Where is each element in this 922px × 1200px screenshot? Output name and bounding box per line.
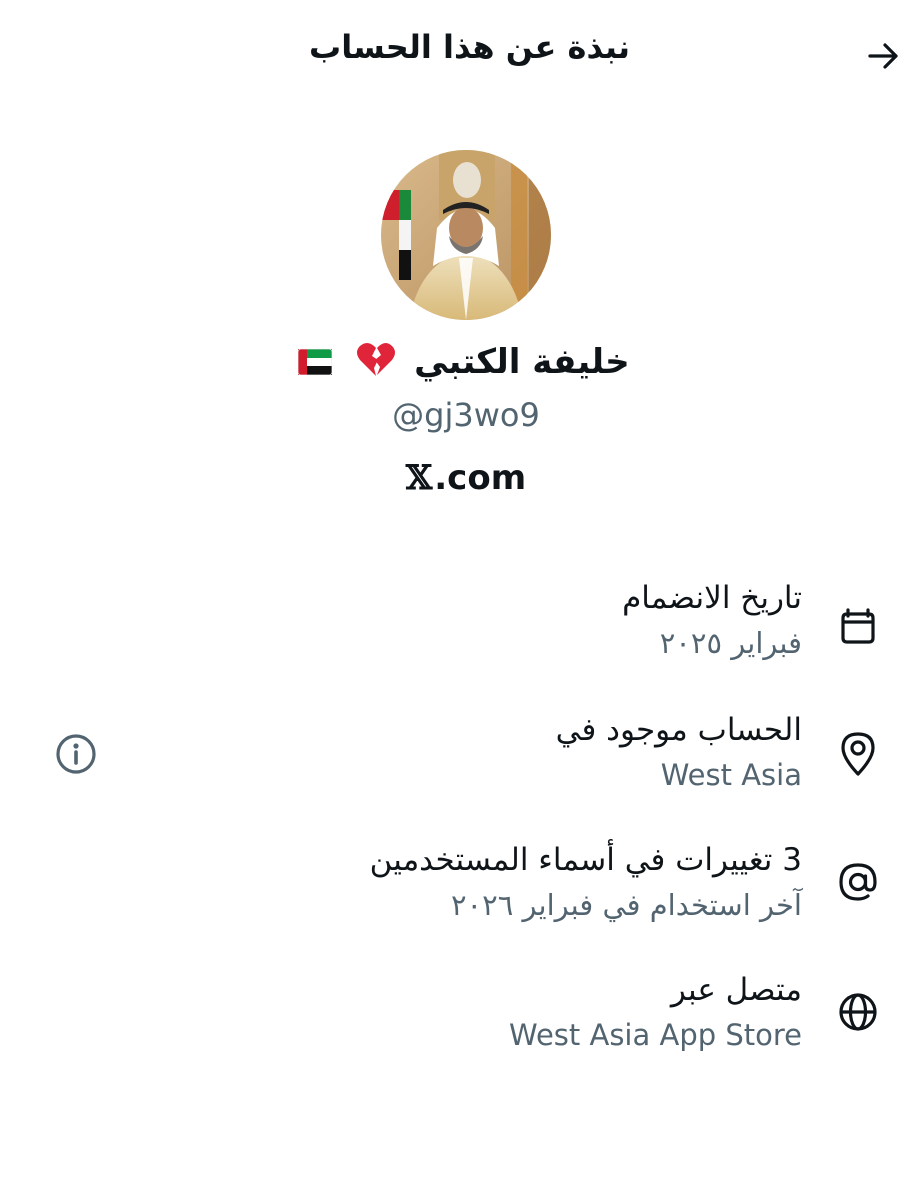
detail-label: 3 تغييرات في أسماء المستخدمين bbox=[369, 842, 802, 878]
profile-photo bbox=[381, 150, 551, 320]
detail-join-date: تاريخ الانضمام فبراير ٢٠٢٥ bbox=[102, 580, 802, 660]
detail-label: تاريخ الانضمام bbox=[622, 580, 802, 616]
avatar[interactable] bbox=[381, 150, 551, 320]
at-sign-icon bbox=[832, 856, 884, 908]
x-logo-icon: 𝕏 bbox=[405, 458, 433, 498]
back-button[interactable] bbox=[858, 30, 910, 82]
site-label: 𝕏.com bbox=[0, 458, 922, 498]
info-button[interactable] bbox=[52, 730, 100, 778]
calendar-icon bbox=[832, 600, 884, 652]
detail-account-location: الحساب موجود في West Asia bbox=[102, 712, 802, 792]
location-pin-icon bbox=[832, 728, 884, 780]
detail-label: متصل عبر bbox=[670, 972, 802, 1008]
detail-value: آخر استخدام في فبراير ٢٠٢٦ bbox=[450, 888, 802, 922]
globe-icon bbox=[832, 986, 884, 1038]
site-domain: .com bbox=[434, 458, 527, 498]
detail-value: West Asia bbox=[660, 758, 802, 792]
detail-value: West Asia App Store bbox=[508, 1018, 802, 1052]
detail-connected-via: متصل عبر West Asia App Store bbox=[102, 972, 802, 1052]
detail-username-changes[interactable]: 3 تغييرات في أسماء المستخدمين آخر استخدا… bbox=[102, 842, 802, 922]
page-title: نبذة عن هذا الحساب bbox=[309, 28, 630, 66]
arrow-right-icon bbox=[868, 43, 898, 69]
username-handle: @gj3wo9 bbox=[392, 396, 540, 434]
display-name-row: خليفة الكتبي bbox=[261, 340, 661, 387]
uae-flag-icon bbox=[297, 344, 333, 384]
broken-heart-icon bbox=[356, 340, 396, 387]
display-name: خليفة الكتبي bbox=[414, 342, 630, 382]
detail-label: الحساب موجود في bbox=[555, 712, 802, 748]
detail-value: فبراير ٢٠٢٥ bbox=[659, 626, 802, 660]
info-icon bbox=[56, 734, 96, 774]
